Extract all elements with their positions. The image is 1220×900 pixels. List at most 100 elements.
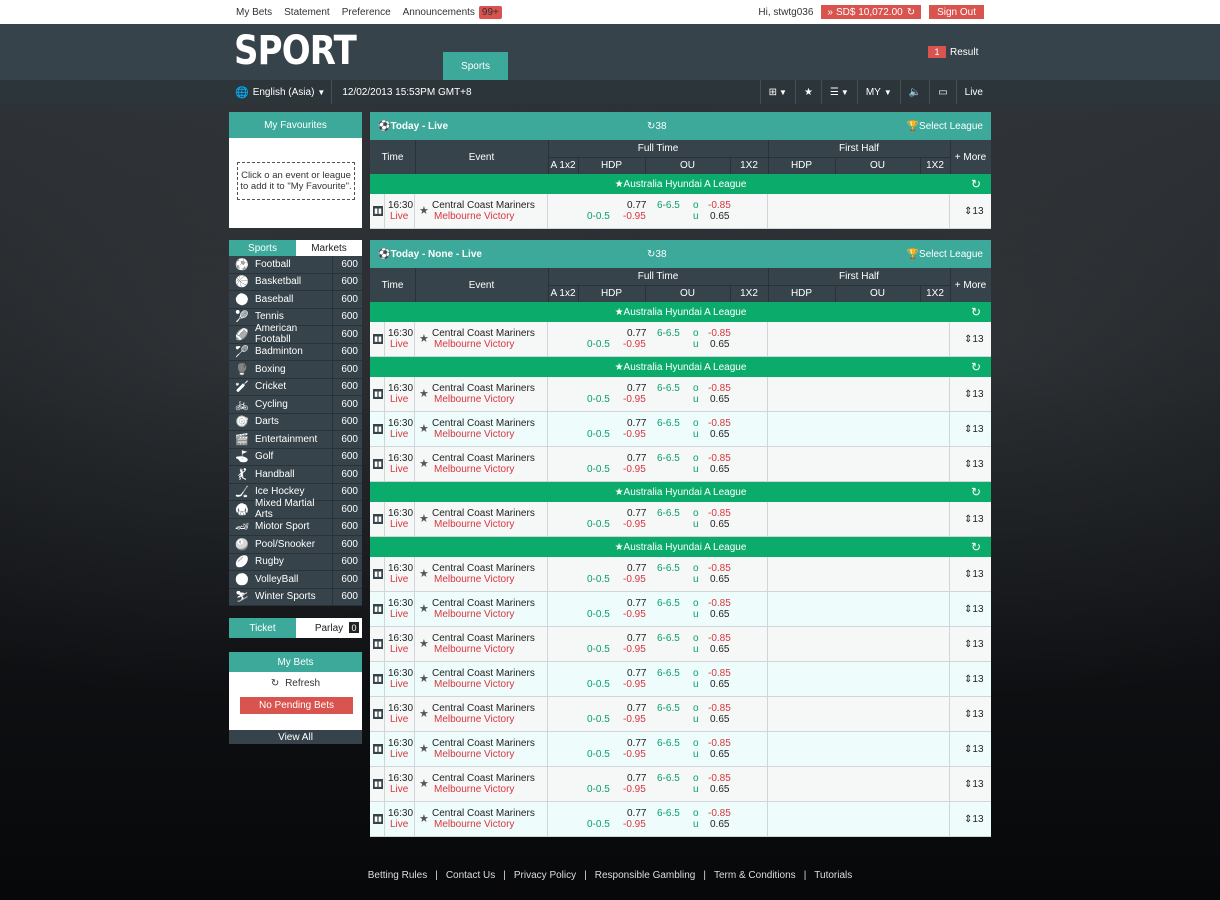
result-button[interactable]: 1 Result — [928, 46, 978, 58]
ou-over-label[interactable]: o — [693, 633, 699, 644]
hdp-away-odds[interactable]: -0.95 — [623, 679, 646, 690]
hdp-line[interactable]: 0-0.5 — [587, 339, 610, 350]
market-refresh[interactable]: ↻ 38 — [647, 112, 667, 140]
footer-link[interactable]: Contact Us — [446, 870, 495, 881]
ou-under-odds[interactable]: 0.65 — [710, 819, 729, 830]
ou-over-odds[interactable]: -0.85 — [708, 563, 731, 574]
ou-over-odds[interactable]: -0.85 — [708, 598, 731, 609]
hdp-home-odds[interactable]: 0.77 — [627, 383, 646, 394]
statement-link[interactable]: Statement — [284, 7, 330, 18]
favourites-toggle[interactable]: ★ — [794, 80, 821, 104]
favourite-star-icon[interactable]: ★ — [419, 707, 429, 720]
ou-under-odds[interactable]: 0.65 — [710, 429, 729, 440]
favourite-star-icon[interactable]: ★ — [419, 742, 429, 755]
ou-over-label[interactable]: o — [693, 383, 699, 394]
tab-ticket[interactable]: Ticket — [229, 618, 296, 638]
hdp-home-odds[interactable]: 0.77 — [627, 418, 646, 429]
ou-over-odds[interactable]: -0.85 — [708, 668, 731, 679]
more-markets-button[interactable]: ⇕13 — [964, 424, 984, 435]
ou-line[interactable]: 6-6.5 — [657, 418, 680, 429]
league-header[interactable]: ★ Australia Hyundai A League ↻ — [370, 482, 991, 502]
league-header[interactable]: ★ Australia Hyundai A League ↻ — [370, 302, 991, 322]
view-all-button[interactable]: View All — [229, 730, 362, 744]
hdp-line[interactable]: 0-0.5 — [587, 394, 610, 405]
my-bets-link[interactable]: My Bets — [236, 7, 272, 18]
star-icon[interactable]: ★ — [615, 307, 624, 318]
refresh-icon[interactable]: ↻ — [971, 360, 981, 374]
hdp-away-odds[interactable]: -0.95 — [623, 211, 646, 222]
league-header[interactable]: ★ Australia Hyundai A League ↻ — [370, 357, 991, 377]
hdp-away-odds[interactable]: -0.95 — [623, 574, 646, 585]
hdp-home-odds[interactable]: 0.77 — [627, 773, 646, 784]
refresh-icon[interactable]: ↻ — [907, 7, 915, 18]
sign-out-button[interactable]: Sign Out — [929, 5, 984, 19]
hdp-home-odds[interactable]: 0.77 — [627, 200, 646, 211]
more-markets-button[interactable]: ⇕13 — [964, 639, 984, 650]
layout-toggle[interactable]: ⊞ ▼ — [759, 80, 795, 104]
star-icon[interactable]: ★ — [615, 179, 624, 190]
refresh-icon[interactable]: ↻ — [971, 485, 981, 499]
hdp-home-odds[interactable]: 0.77 — [627, 633, 646, 644]
event-cell[interactable]: ★ Central Coast Mariners Melbourne Victory — [415, 447, 548, 482]
ou-over-odds[interactable]: -0.85 — [708, 703, 731, 714]
footer-link[interactable]: Term & Conditions — [714, 870, 796, 881]
stats-icon[interactable]: ▮▮ — [373, 639, 383, 649]
sport-item[interactable]: 🚲 Cycling 600 — [229, 396, 362, 414]
hdp-away-odds[interactable]: -0.95 — [623, 714, 646, 725]
ou-over-odds[interactable]: -0.85 — [708, 633, 731, 644]
refresh-button[interactable]: ↻ Refresh — [229, 678, 362, 689]
preference-link[interactable]: Preference — [342, 7, 391, 18]
hdp-line[interactable]: 0-0.5 — [587, 211, 610, 222]
footer-link[interactable]: Privacy Policy — [514, 870, 576, 881]
more-markets-button[interactable]: ⇕13 — [964, 459, 984, 470]
ou-under-odds[interactable]: 0.65 — [710, 679, 729, 690]
event-cell[interactable]: ★ Central Coast Mariners Melbourne Victory — [415, 502, 548, 537]
favourite-star-icon[interactable]: ★ — [419, 602, 429, 615]
league-header[interactable]: ★ Australia Hyundai A League ↻ — [370, 174, 991, 194]
more-markets-button[interactable]: ⇕13 — [964, 514, 984, 525]
ou-under-label[interactable]: u — [693, 339, 699, 350]
ou-line[interactable]: 6-6.5 — [657, 703, 680, 714]
hdp-away-odds[interactable]: -0.95 — [623, 749, 646, 760]
select-league-button[interactable]: 🏆 Select League — [907, 249, 983, 260]
favourite-star-icon[interactable]: ★ — [419, 637, 429, 650]
sport-item[interactable]: 🏈 American Footabll 600 — [229, 323, 362, 345]
ou-under-odds[interactable]: 0.65 — [710, 211, 729, 222]
footer-link[interactable]: Responsible Gambling — [595, 870, 696, 881]
select-league-button[interactable]: 🏆 Select League — [907, 121, 983, 132]
event-cell[interactable]: ★ Central Coast Mariners Melbourne Victory — [415, 557, 548, 592]
more-markets-button[interactable]: ⇕13 — [964, 814, 984, 825]
ou-over-label[interactable]: o — [693, 508, 699, 519]
stats-icon[interactable]: ▮▮ — [373, 814, 383, 824]
odds-type-select[interactable]: MY ▼ — [856, 80, 900, 104]
hdp-home-odds[interactable]: 0.77 — [627, 738, 646, 749]
hdp-away-odds[interactable]: -0.95 — [623, 819, 646, 830]
event-cell[interactable]: ★ Central Coast Mariners Melbourne Victory — [415, 767, 548, 802]
ou-over-label[interactable]: o — [693, 598, 699, 609]
sport-item[interactable]: 🤾 Handball 600 — [229, 466, 362, 484]
sound-toggle[interactable]: 🔈 — [899, 80, 929, 104]
ou-over-label[interactable]: o — [693, 738, 699, 749]
favourite-star-icon[interactable]: ★ — [419, 567, 429, 580]
live-tv-toggle[interactable]: ▭ — [929, 80, 955, 104]
sport-item[interactable]: 🏸 Badminton 600 — [229, 343, 362, 361]
ou-over-odds[interactable]: -0.85 — [708, 738, 731, 749]
more-markets-button[interactable]: ⇕13 — [964, 206, 984, 217]
hdp-home-odds[interactable]: 0.77 — [627, 563, 646, 574]
sport-item[interactable]: 🥋 Mixed Martial Arts 600 — [229, 498, 362, 520]
sport-item[interactable]: 🎱 Pool/Snooker 600 — [229, 536, 362, 554]
hdp-away-odds[interactable]: -0.95 — [623, 644, 646, 655]
ou-line[interactable]: 6-6.5 — [657, 808, 680, 819]
ou-over-odds[interactable]: -0.85 — [708, 328, 731, 339]
ou-over-label[interactable]: o — [693, 563, 699, 574]
hdp-line[interactable]: 0-0.5 — [587, 784, 610, 795]
ou-over-odds[interactable]: -0.85 — [708, 808, 731, 819]
hdp-line[interactable]: 0-0.5 — [587, 679, 610, 690]
ou-under-odds[interactable]: 0.65 — [710, 519, 729, 530]
hdp-home-odds[interactable]: 0.77 — [627, 453, 646, 464]
ou-under-odds[interactable]: 0.65 — [710, 574, 729, 585]
hdp-away-odds[interactable]: -0.95 — [623, 429, 646, 440]
ou-over-odds[interactable]: -0.85 — [708, 383, 731, 394]
sport-item[interactable]: 🏀 Basketball 600 — [229, 273, 362, 291]
stats-icon[interactable]: ▮▮ — [373, 674, 383, 684]
